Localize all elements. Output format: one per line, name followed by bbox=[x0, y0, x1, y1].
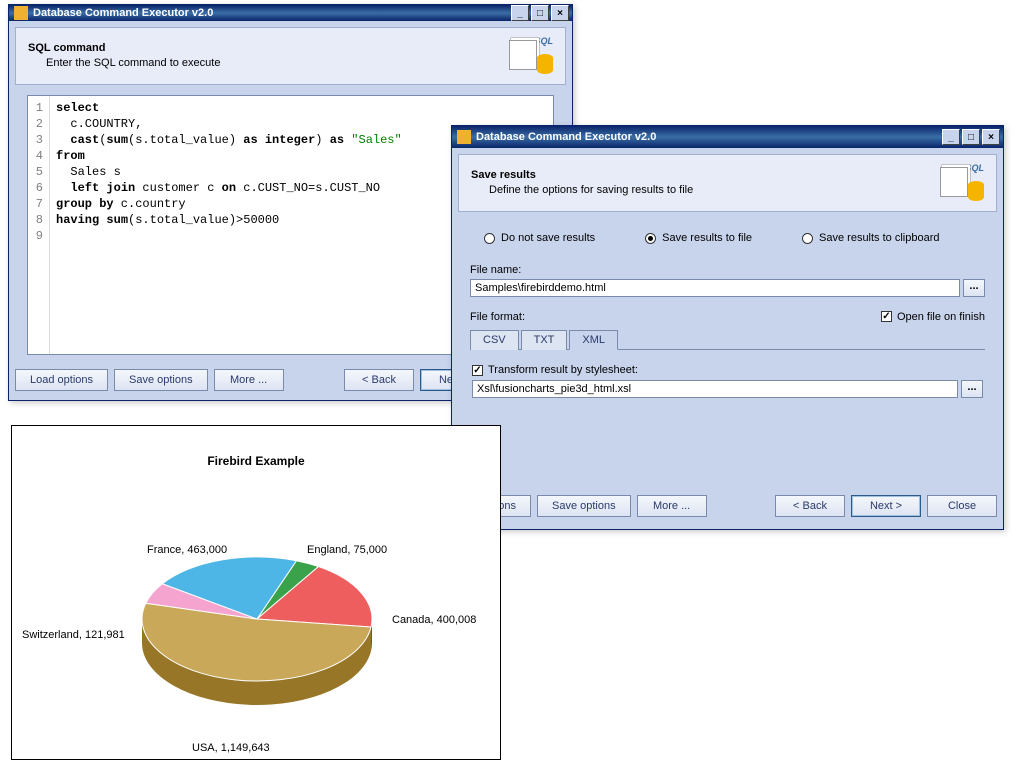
save-mode-radio-group: Do not save results Save results to file… bbox=[470, 222, 985, 260]
radio-no-save[interactable]: Do not save results bbox=[484, 232, 595, 244]
chart-title: Firebird Example bbox=[12, 426, 500, 474]
format-tabs: CSV TXT XML bbox=[470, 329, 985, 350]
more-button[interactable]: More ... bbox=[637, 495, 707, 517]
chart-slice-label: USA, 1,149,643 bbox=[192, 742, 270, 754]
close-button[interactable]: × bbox=[982, 129, 1000, 145]
header-panel: SQL command Enter the SQL command to exe… bbox=[15, 27, 566, 85]
close-button-bottom[interactable]: Close bbox=[927, 495, 997, 517]
titlebar[interactable]: Database Command Executor v2.0 _ □ × bbox=[452, 126, 1003, 148]
header-desc: Define the options for saving results to… bbox=[471, 184, 940, 196]
browse-xsl-button[interactable]: ... bbox=[961, 380, 983, 398]
file-name-label: File name: bbox=[470, 264, 985, 276]
transform-xsl-checkbox[interactable]: Transform result by stylesheet: bbox=[472, 364, 983, 376]
minimize-button[interactable]: _ bbox=[511, 5, 529, 21]
titlebar[interactable]: Database Command Executor v2.0 _ □ × bbox=[9, 5, 572, 21]
pie-chart: USA, 1,149,643 France, 463,000 Canada, 400… bbox=[12, 474, 500, 756]
file-format-label: File format: bbox=[470, 311, 525, 323]
chart-slice-label: Canada, 400,008 bbox=[392, 614, 476, 626]
save-options-button[interactable]: Save options bbox=[537, 495, 631, 517]
header-panel: Save results Define the options for savi… bbox=[458, 154, 997, 212]
maximize-button[interactable]: □ bbox=[962, 129, 980, 145]
tab-txt[interactable]: TXT bbox=[521, 330, 568, 350]
chart-window: Firebird Example USA, 1,149,643 France, 4… bbox=[11, 425, 501, 760]
xsl-path-input[interactable] bbox=[472, 380, 958, 398]
browse-file-button[interactable]: ... bbox=[963, 279, 985, 297]
editor-gutter: 123456789 bbox=[28, 96, 50, 354]
header-sql-icon: SQL bbox=[940, 163, 984, 201]
window-save-results: Database Command Executor v2.0 _ □ × Sav… bbox=[451, 125, 1004, 530]
tab-csv[interactable]: CSV bbox=[470, 330, 519, 350]
window-title: Database Command Executor v2.0 bbox=[476, 131, 940, 143]
load-options-button[interactable]: Load options bbox=[15, 369, 108, 391]
back-button[interactable]: < Back bbox=[775, 495, 845, 517]
header-desc: Enter the SQL command to execute bbox=[28, 57, 509, 69]
chart-slice-label: Switzerland, 121,981 bbox=[22, 629, 125, 641]
open-on-finish-checkbox[interactable]: Open file on finish bbox=[881, 311, 985, 323]
chart-slice-label: England, 75,000 bbox=[307, 544, 387, 556]
header-sql-icon: SQL bbox=[509, 36, 553, 74]
more-button[interactable]: More ... bbox=[214, 369, 284, 391]
file-name-input[interactable] bbox=[470, 279, 960, 297]
radio-save-to-file[interactable]: Save results to file bbox=[645, 232, 752, 244]
close-button[interactable]: × bbox=[551, 5, 569, 21]
header-title: SQL command bbox=[28, 42, 509, 54]
button-row: Load options Save options More ... < Bac… bbox=[452, 485, 1003, 529]
app-icon bbox=[14, 6, 28, 20]
window-title: Database Command Executor v2.0 bbox=[33, 7, 509, 19]
app-icon bbox=[457, 130, 471, 144]
minimize-button[interactable]: _ bbox=[942, 129, 960, 145]
back-button[interactable]: < Back bbox=[344, 369, 414, 391]
next-button[interactable]: Next > bbox=[851, 495, 921, 517]
chart-slice-label: France, 463,000 bbox=[147, 544, 227, 556]
editor-code[interactable]: select c.COUNTRY, cast(sum(s.total_value… bbox=[50, 96, 408, 354]
tab-xml[interactable]: XML bbox=[569, 330, 618, 350]
radio-save-to-clipboard[interactable]: Save results to clipboard bbox=[802, 232, 939, 244]
save-options-button[interactable]: Save options bbox=[114, 369, 208, 391]
header-title: Save results bbox=[471, 169, 940, 181]
maximize-button[interactable]: □ bbox=[531, 5, 549, 21]
